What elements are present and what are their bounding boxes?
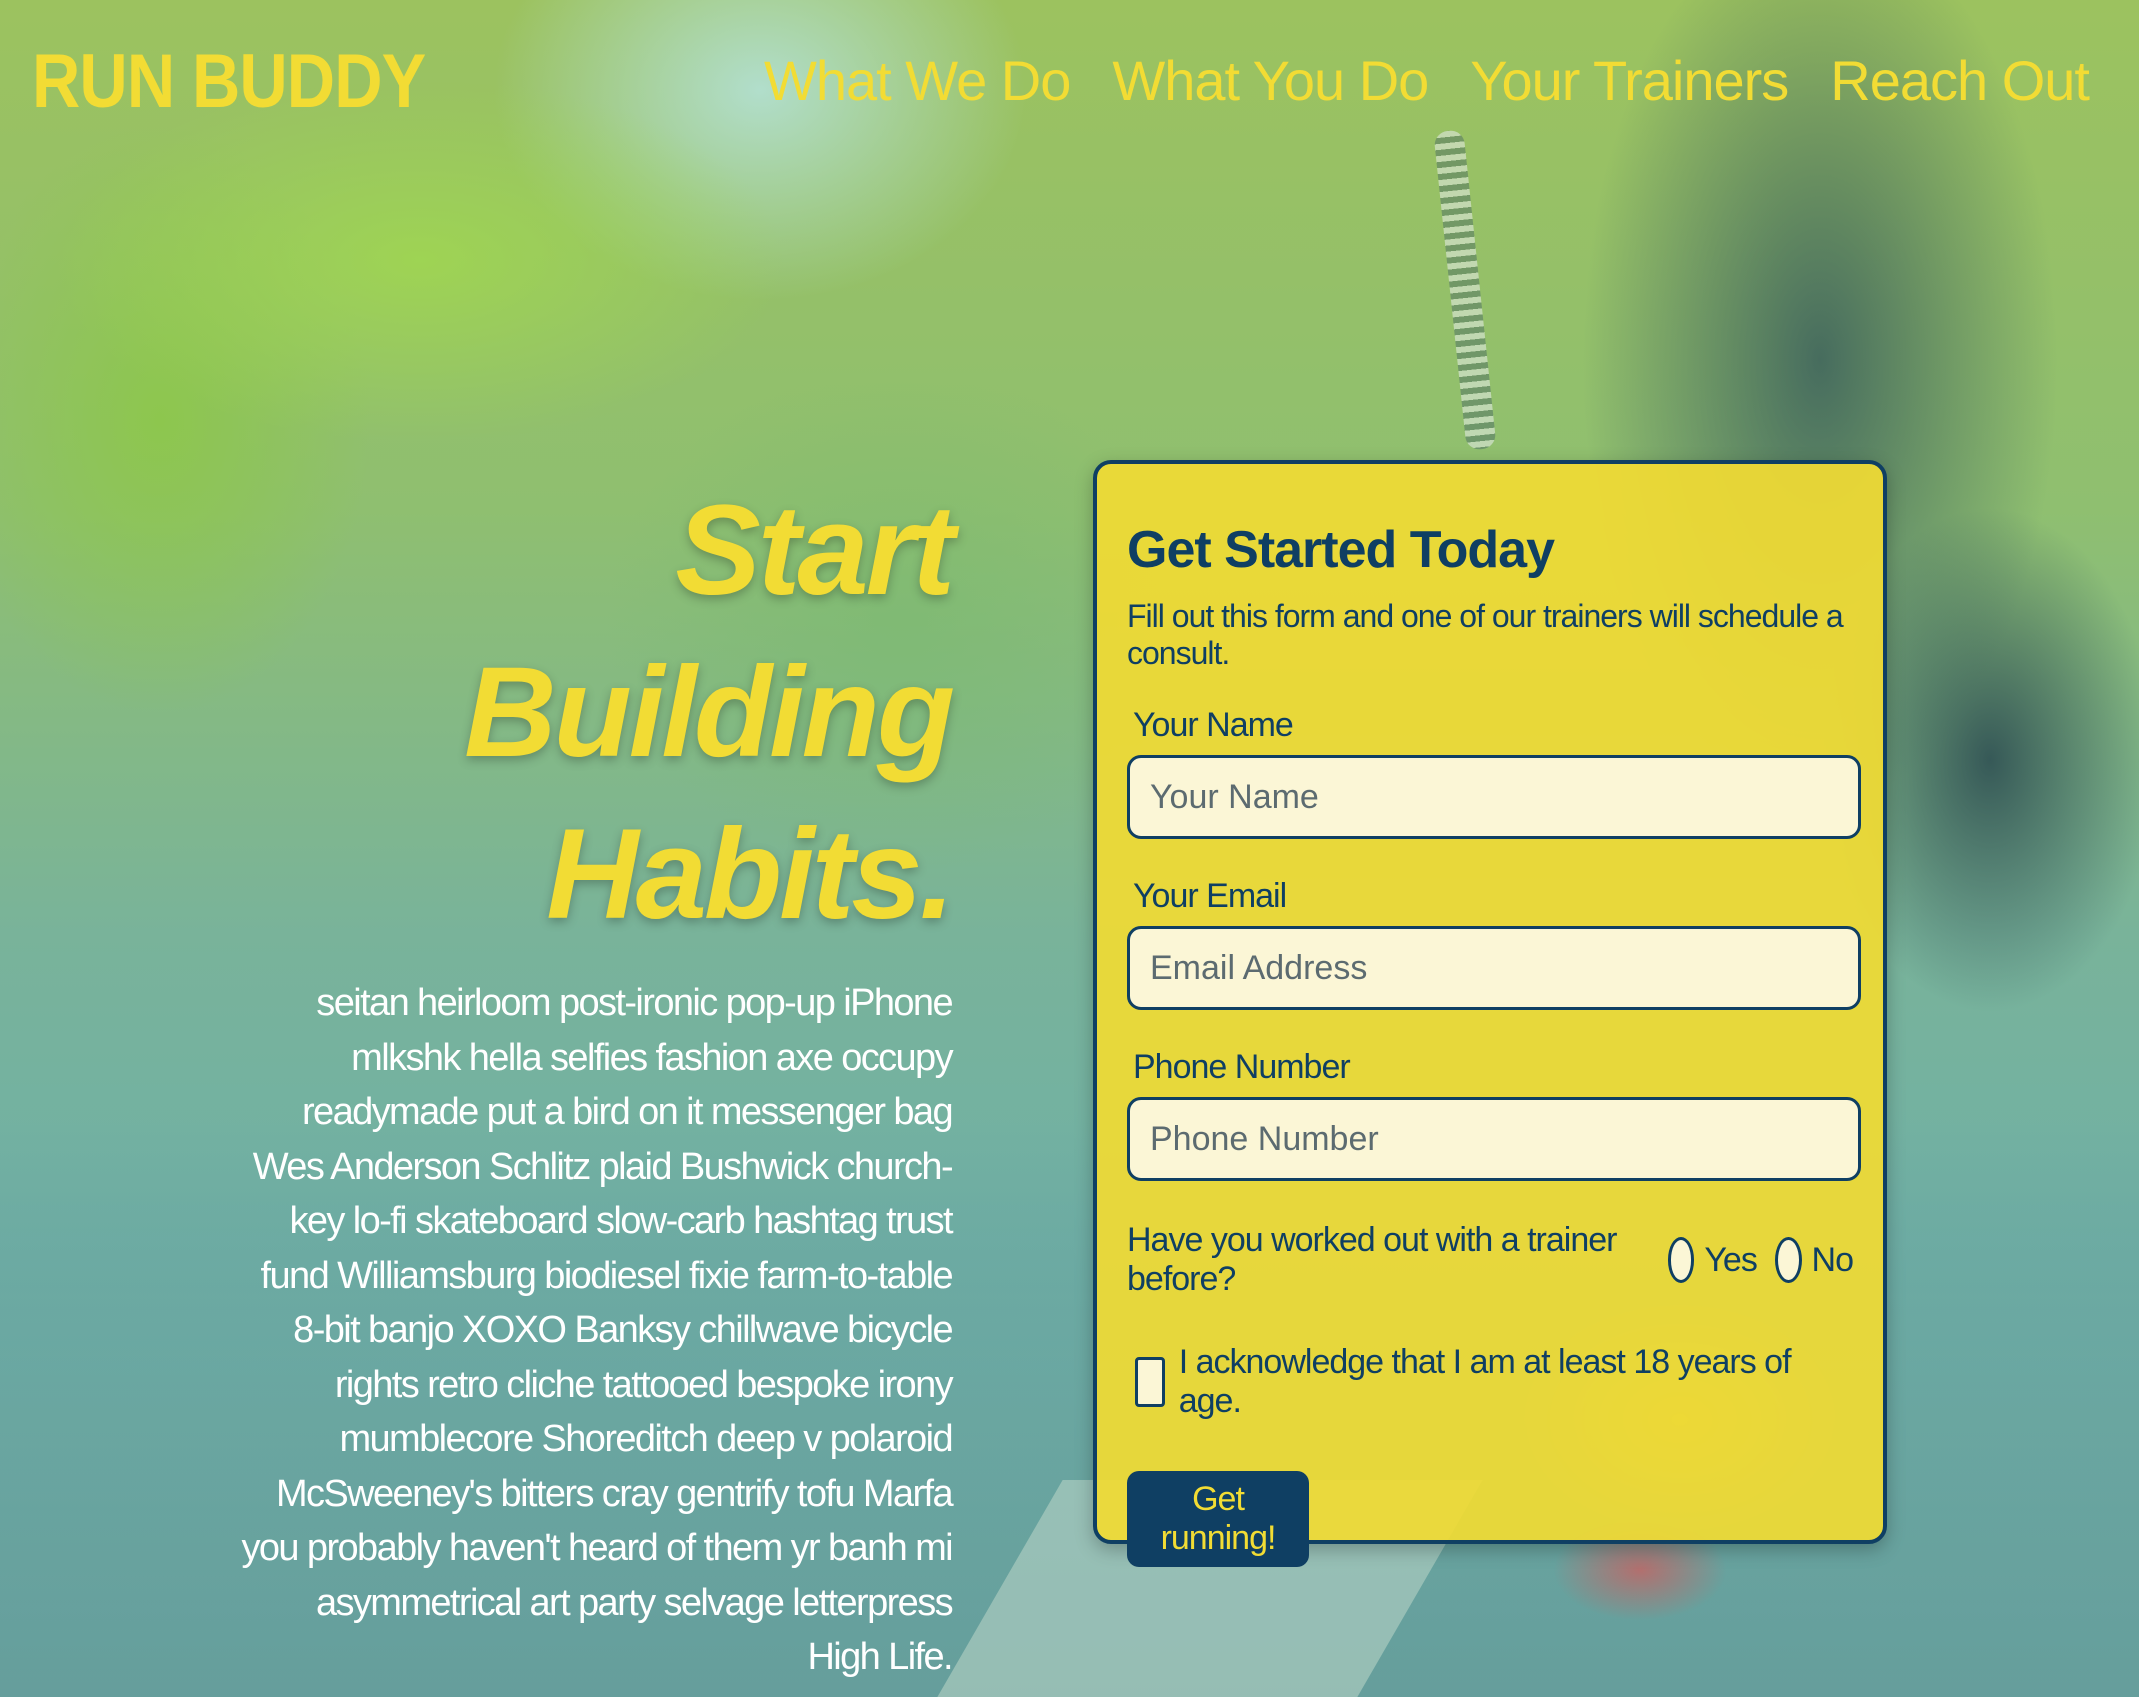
email-input[interactable] xyxy=(1127,926,1861,1010)
radio-yes-label: Yes xyxy=(1704,1240,1757,1279)
radio-yes[interactable] xyxy=(1667,1237,1695,1283)
radio-no-label: No xyxy=(1811,1240,1854,1279)
trainer-question-label: Have you worked out with a trainer befor… xyxy=(1127,1221,1617,1298)
email-label: Your Email xyxy=(1133,877,1287,915)
nav-link-what-we-do[interactable]: What We Do xyxy=(764,48,1071,113)
phone-label: Phone Number xyxy=(1133,1048,1351,1086)
name-label: Your Name xyxy=(1133,706,1294,744)
age-ack-checkbox[interactable] xyxy=(1135,1357,1165,1407)
form-subtitle: Fill out this form and one of our traine… xyxy=(1127,598,1844,671)
get-running-button[interactable]: Get running! xyxy=(1127,1471,1309,1567)
hero-title-line-1: Start Building xyxy=(464,479,955,784)
form-title: Get Started Today xyxy=(1127,521,1555,579)
hero-section: Start Building Habits. seitan heirloom p… xyxy=(240,470,955,1685)
hero-title: Start Building Habits. xyxy=(240,470,955,956)
trainer-question-row: Have you worked out with a trainer befor… xyxy=(1127,1221,1854,1299)
signup-form: Get Started Today Fill out this form and… xyxy=(1093,460,1887,1567)
age-ack-row: I acknowledge that I am at least 18 year… xyxy=(1135,1343,1853,1421)
hero-body-text: seitan heirloom post-ironic pop-up iPhon… xyxy=(241,982,954,1678)
nav-link-what-you-do[interactable]: What You Do xyxy=(1112,48,1429,113)
phone-input[interactable] xyxy=(1127,1097,1861,1181)
nav-link-your-trainers[interactable]: Your Trainers xyxy=(1470,48,1789,113)
main-nav: What We Do What You Do Your Trainers Rea… xyxy=(764,48,2090,113)
site-logo[interactable]: RUN BUDDY xyxy=(32,38,426,125)
hero-title-line-2: Habits. xyxy=(546,803,955,946)
age-ack-label: I acknowledge that I am at least 18 year… xyxy=(1178,1343,1792,1420)
nav-link-reach-out[interactable]: Reach Out xyxy=(1830,48,2090,113)
radio-no[interactable] xyxy=(1774,1237,1802,1283)
name-input[interactable] xyxy=(1127,755,1861,839)
site-header: RUN BUDDY What We Do What You Do Your Tr… xyxy=(0,0,2139,160)
